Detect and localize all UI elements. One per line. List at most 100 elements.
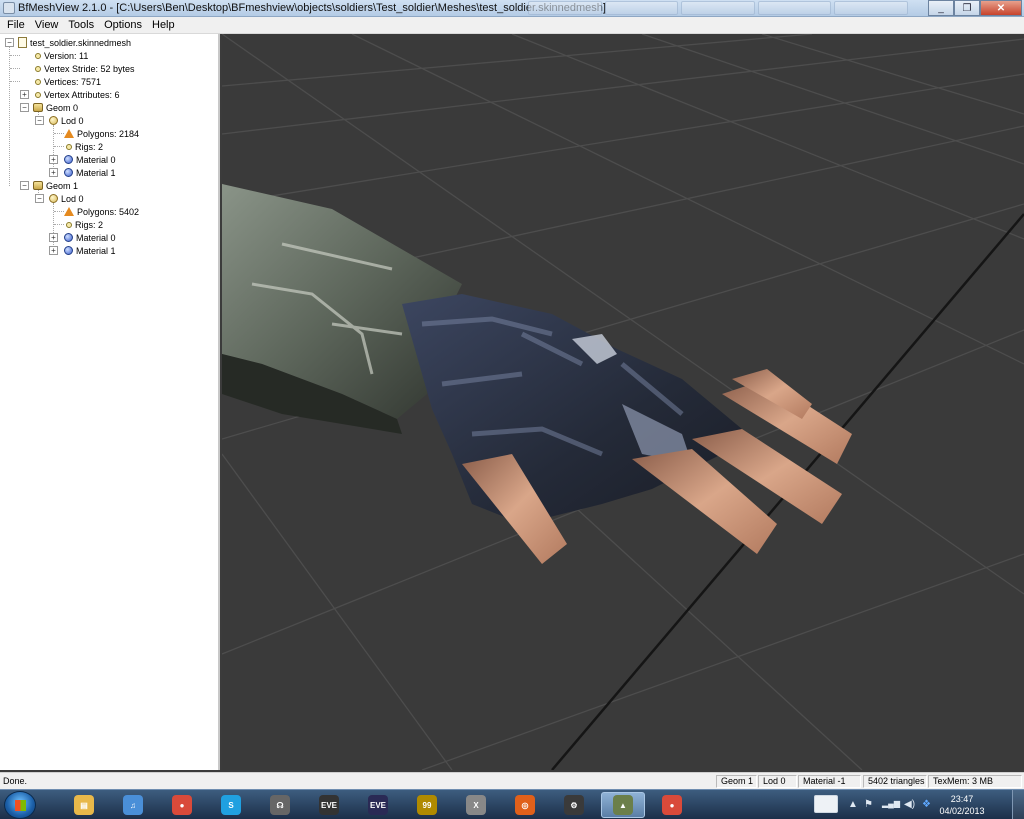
background-tab[interactable] [757, 1, 832, 15]
start-button[interactable] [4, 791, 36, 819]
chrome-icon: ● [172, 795, 192, 815]
network-signal-icon[interactable]: ▂▄▆ [882, 799, 900, 808]
dropbox-icon[interactable]: ❖ [922, 799, 931, 810]
minimize-button[interactable]: _ [928, 0, 954, 16]
taskbar-app-xsplit[interactable]: X [454, 792, 498, 818]
taskbar-app-steam[interactable]: ⚙ [552, 792, 596, 818]
taskbar-app-origin[interactable]: ◎ [503, 792, 547, 818]
show-hidden-icons[interactable]: ▲ [848, 799, 858, 810]
taskbar-app-eve[interactable]: EVE [307, 792, 351, 818]
taskbar-app-skype[interactable]: S [209, 792, 253, 818]
volume-icon[interactable]: ◀) [904, 799, 915, 810]
tree-node-label: Rigs: 2 [75, 141, 104, 152]
background-tab[interactable] [604, 1, 679, 15]
clock[interactable]: 23:47 04/02/2013 [932, 793, 992, 817]
status-bar: Done. Geom 1 Lod 0 Material -1 5402 tria… [0, 772, 1024, 789]
material-sphere-icon [64, 155, 73, 164]
window-controls: _ ❐ ✕ [928, 0, 1022, 16]
expand-toggle[interactable]: + [49, 168, 58, 177]
system-tray: ▲ ⚑ ▂▄▆ ◀) ❖ 23:47 04/02/2013 [806, 790, 1024, 819]
tree-node-label: Material 1 [76, 167, 116, 178]
taskbar-app-99[interactable]: 99 [405, 792, 449, 818]
collapse-toggle[interactable]: − [35, 194, 44, 203]
taskbar-app-headset[interactable]: ☊ [258, 792, 302, 818]
tree-node-rigs[interactable]: Rigs: 2 [66, 218, 103, 231]
status-triangles: 5402 triangles [863, 775, 927, 788]
tree-connector [54, 146, 64, 147]
3d-viewport[interactable] [222, 34, 1024, 770]
tree-node-rigs[interactable]: Rigs: 2 [66, 140, 103, 153]
expand-toggle[interactable]: + [49, 233, 58, 242]
tree-node-vertex-stride[interactable]: Vertex Stride: 52 bytes [35, 62, 135, 75]
tree-node-version[interactable]: Version: 11 [35, 49, 88, 62]
action-center-flag-icon[interactable]: ⚑ [864, 799, 873, 810]
tree-connector [10, 68, 20, 69]
taskbar-app-windows-explorer[interactable]: ▤ [62, 792, 106, 818]
collapse-toggle[interactable]: − [20, 181, 29, 190]
taskbar-app-chrome[interactable]: ● [160, 792, 204, 818]
tree-node-label: Geom 0 [46, 102, 79, 113]
tree-node-lod[interactable]: Lod 0 [49, 192, 84, 205]
evemon-icon: EVE [368, 795, 388, 815]
menu-file[interactable]: File [2, 19, 30, 31]
background-tab[interactable] [528, 1, 602, 15]
material-sphere-icon [64, 233, 73, 242]
tree-node-vertex-attributes[interactable]: Vertex Attributes: 6 [35, 88, 120, 101]
tree-node-label: Material 0 [76, 232, 116, 243]
tree-node-material[interactable]: Material 1 [64, 166, 116, 179]
tree-node-label: Vertex Stride: 52 bytes [44, 63, 135, 74]
maximize-button[interactable]: ❐ [954, 0, 980, 16]
skype-icon: S [221, 795, 241, 815]
show-desktop-button[interactable] [1012, 790, 1024, 819]
tree-node-geom-0[interactable]: Geom 0 [33, 101, 78, 114]
tree-node-polygons[interactable]: Polygons: 5402 [64, 205, 139, 218]
window-title: BfMeshView 2.1.0 - [C:\Users\Ben\Desktop… [18, 2, 606, 14]
tree-node-material[interactable]: Material 0 [64, 231, 116, 244]
tree-connector [54, 133, 64, 134]
tree-node-label: Polygons: 5402 [77, 206, 140, 217]
close-button[interactable]: ✕ [980, 0, 1022, 16]
tree-node-label: Lod 0 [61, 115, 84, 126]
property-icon [35, 65, 41, 72]
expand-toggle[interactable]: + [20, 90, 29, 99]
tree-node-label: Material 0 [76, 154, 116, 165]
lod-icon [49, 116, 58, 125]
taskbar-app-evemon[interactable]: EVE [356, 792, 400, 818]
taskbar-app-itunes[interactable]: ♫ [111, 792, 155, 818]
origin-icon: ◎ [515, 795, 535, 815]
menu-view[interactable]: View [30, 19, 64, 31]
background-tab[interactable] [834, 1, 908, 15]
taskbar-app-chrome-2[interactable]: ● [650, 792, 694, 818]
pen-tablet-icon[interactable] [814, 795, 838, 813]
file-icon [18, 37, 27, 48]
background-tab[interactable] [681, 1, 755, 15]
expand-toggle[interactable]: + [49, 155, 58, 164]
menu-help[interactable]: Help [147, 19, 180, 31]
tree-node-root[interactable]: test_soldier.skinnedmesh [18, 36, 131, 49]
menu-options[interactable]: Options [99, 19, 147, 31]
tree-node-lod[interactable]: Lod 0 [49, 114, 84, 127]
collapse-toggle[interactable]: − [35, 116, 44, 125]
xsplit-icon: X [466, 795, 486, 815]
status-geom: Geom 1 [716, 775, 757, 788]
collapse-toggle[interactable]: − [20, 103, 29, 112]
menu-tools[interactable]: Tools [63, 19, 99, 31]
tree-node-label: Geom 1 [46, 180, 79, 191]
tree-node-material[interactable]: Material 0 [64, 153, 116, 166]
tree-connector [10, 55, 20, 56]
clock-date: 04/02/2013 [939, 806, 985, 816]
tree-node-geom-1[interactable]: Geom 1 [33, 179, 78, 192]
tree-node-polygons[interactable]: Polygons: 2184 [64, 127, 139, 140]
expand-toggle[interactable]: + [49, 246, 58, 255]
tree-node-vertices[interactable]: Vertices: 7571 [35, 75, 101, 88]
collapse-toggle[interactable]: − [5, 38, 14, 47]
tree-connector [54, 211, 64, 212]
menu-bar: File View Tools Options Help [0, 17, 1024, 34]
background-tabs [528, 1, 908, 16]
windows-explorer-icon: ▤ [74, 795, 94, 815]
tree-connector [54, 224, 64, 225]
tree-node-material[interactable]: Material 1 [64, 244, 116, 257]
mesh-tree-panel[interactable]: − test_soldier.skinnedmesh Version: 11 V… [0, 34, 220, 770]
taskbar-app-bfmeshview[interactable]: ▲ [601, 792, 645, 818]
property-icon [66, 143, 72, 150]
